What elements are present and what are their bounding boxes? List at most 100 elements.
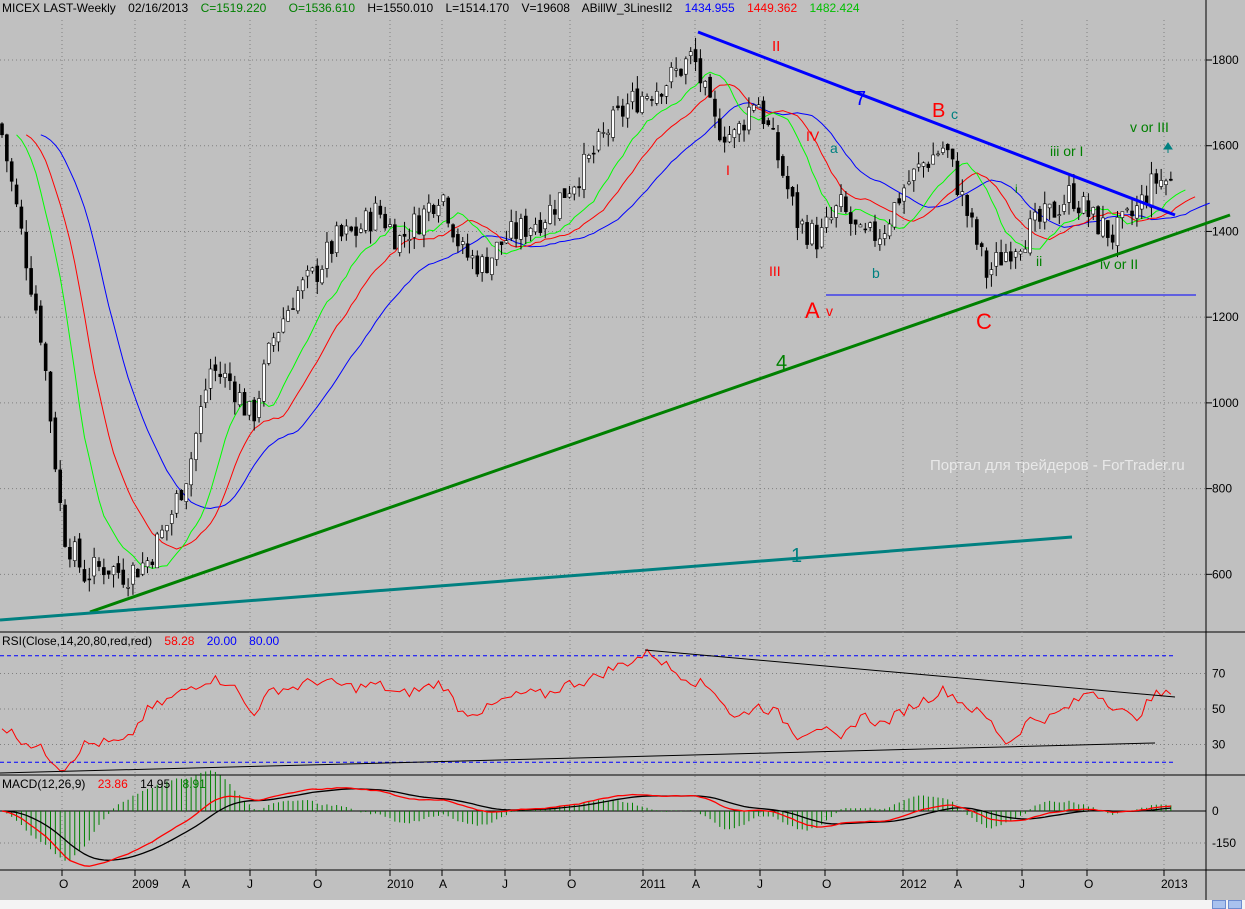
candle — [475, 255, 480, 275]
candle — [989, 269, 994, 276]
candle — [713, 98, 717, 117]
candle — [1047, 203, 1052, 209]
candle — [456, 234, 460, 247]
candle — [262, 363, 266, 402]
macd-tick-label: -150 — [1212, 836, 1236, 850]
candle — [873, 221, 877, 241]
candle — [781, 156, 785, 176]
candle — [538, 219, 543, 233]
candle — [329, 241, 334, 254]
candle — [194, 433, 198, 460]
wave-label-B: B — [932, 100, 946, 122]
candle — [509, 221, 514, 239]
candle — [679, 68, 683, 76]
candle — [334, 225, 339, 253]
scrollbar-thumb[interactable] — [1212, 900, 1226, 909]
candle — [1149, 173, 1154, 208]
candle — [635, 88, 640, 113]
candle — [150, 561, 155, 566]
candle — [519, 218, 523, 240]
candle — [169, 514, 174, 524]
candle — [48, 371, 53, 422]
candle — [213, 364, 218, 371]
candle — [1125, 208, 1129, 211]
candle — [320, 269, 324, 284]
candle — [572, 186, 577, 195]
candle — [533, 224, 538, 233]
signal-value: 14.95 — [140, 777, 171, 791]
candle — [902, 187, 906, 202]
candle — [111, 566, 116, 576]
candle — [1018, 250, 1023, 255]
candle — [504, 240, 509, 244]
candle — [305, 269, 310, 277]
candle — [441, 194, 446, 202]
candle — [1091, 207, 1096, 215]
candle — [557, 192, 562, 219]
date-tick-label: O — [313, 877, 322, 891]
rsi-line — [1, 648, 1172, 772]
wave-label-III: III — [769, 263, 781, 279]
wave-label-I: I — [726, 162, 730, 178]
price-tick-label: 1600 — [1212, 139, 1239, 153]
candle — [378, 205, 383, 215]
candle — [485, 256, 489, 274]
candle — [1135, 205, 1139, 219]
candle — [431, 205, 436, 214]
wave-label-v-or-III: v or III — [1130, 119, 1169, 135]
candle — [19, 206, 24, 229]
candle — [1159, 180, 1163, 187]
candle — [271, 337, 276, 346]
low-value: L=1514.170 — [445, 1, 510, 15]
candle — [417, 215, 421, 235]
candle — [53, 417, 58, 470]
candle — [281, 318, 286, 333]
candle — [203, 389, 208, 403]
close-value: C=1519.220 — [200, 1, 267, 15]
candle — [494, 241, 499, 260]
candle — [941, 147, 945, 153]
candle — [412, 213, 417, 238]
candle — [460, 241, 465, 245]
candle — [208, 368, 213, 389]
macd-value: 23.86 — [97, 777, 128, 791]
candle — [58, 469, 63, 503]
candle — [601, 132, 606, 134]
candle — [664, 85, 669, 97]
candle — [863, 228, 868, 231]
candle — [373, 202, 378, 231]
candle — [296, 290, 300, 312]
scroll-right-button[interactable] — [1228, 900, 1242, 909]
rsi-tick-label: 70 — [1212, 667, 1226, 681]
candle — [766, 120, 771, 126]
date-tick-label: A — [954, 877, 962, 891]
candle — [620, 105, 625, 117]
wave-label-ii: ii — [1036, 253, 1043, 269]
open-value: O=1536.610 — [288, 1, 356, 15]
candle — [887, 223, 892, 237]
candle — [703, 81, 708, 88]
horizontal-scrollbar[interactable] — [0, 900, 1245, 909]
candle — [960, 191, 965, 196]
candle — [300, 279, 305, 292]
candle — [790, 186, 795, 197]
candle — [1120, 211, 1125, 218]
candle — [242, 392, 247, 416]
date-tick-label: A — [692, 877, 700, 891]
candle — [426, 202, 431, 213]
candle — [233, 381, 237, 403]
candle — [43, 343, 48, 372]
candle — [979, 243, 984, 247]
wave-label-iii-or-I: iii or I — [1050, 143, 1084, 159]
candle — [388, 224, 392, 227]
wave-label-c: c — [951, 106, 958, 122]
candle — [911, 168, 916, 181]
candle — [1115, 216, 1120, 246]
candle — [839, 194, 843, 207]
candle — [140, 562, 145, 575]
candle — [266, 342, 271, 364]
rsi-label: RSI(Close,14,20,80,red,red) — [2, 634, 153, 648]
candle — [907, 181, 911, 185]
candle — [999, 252, 1003, 266]
candle — [926, 163, 931, 168]
